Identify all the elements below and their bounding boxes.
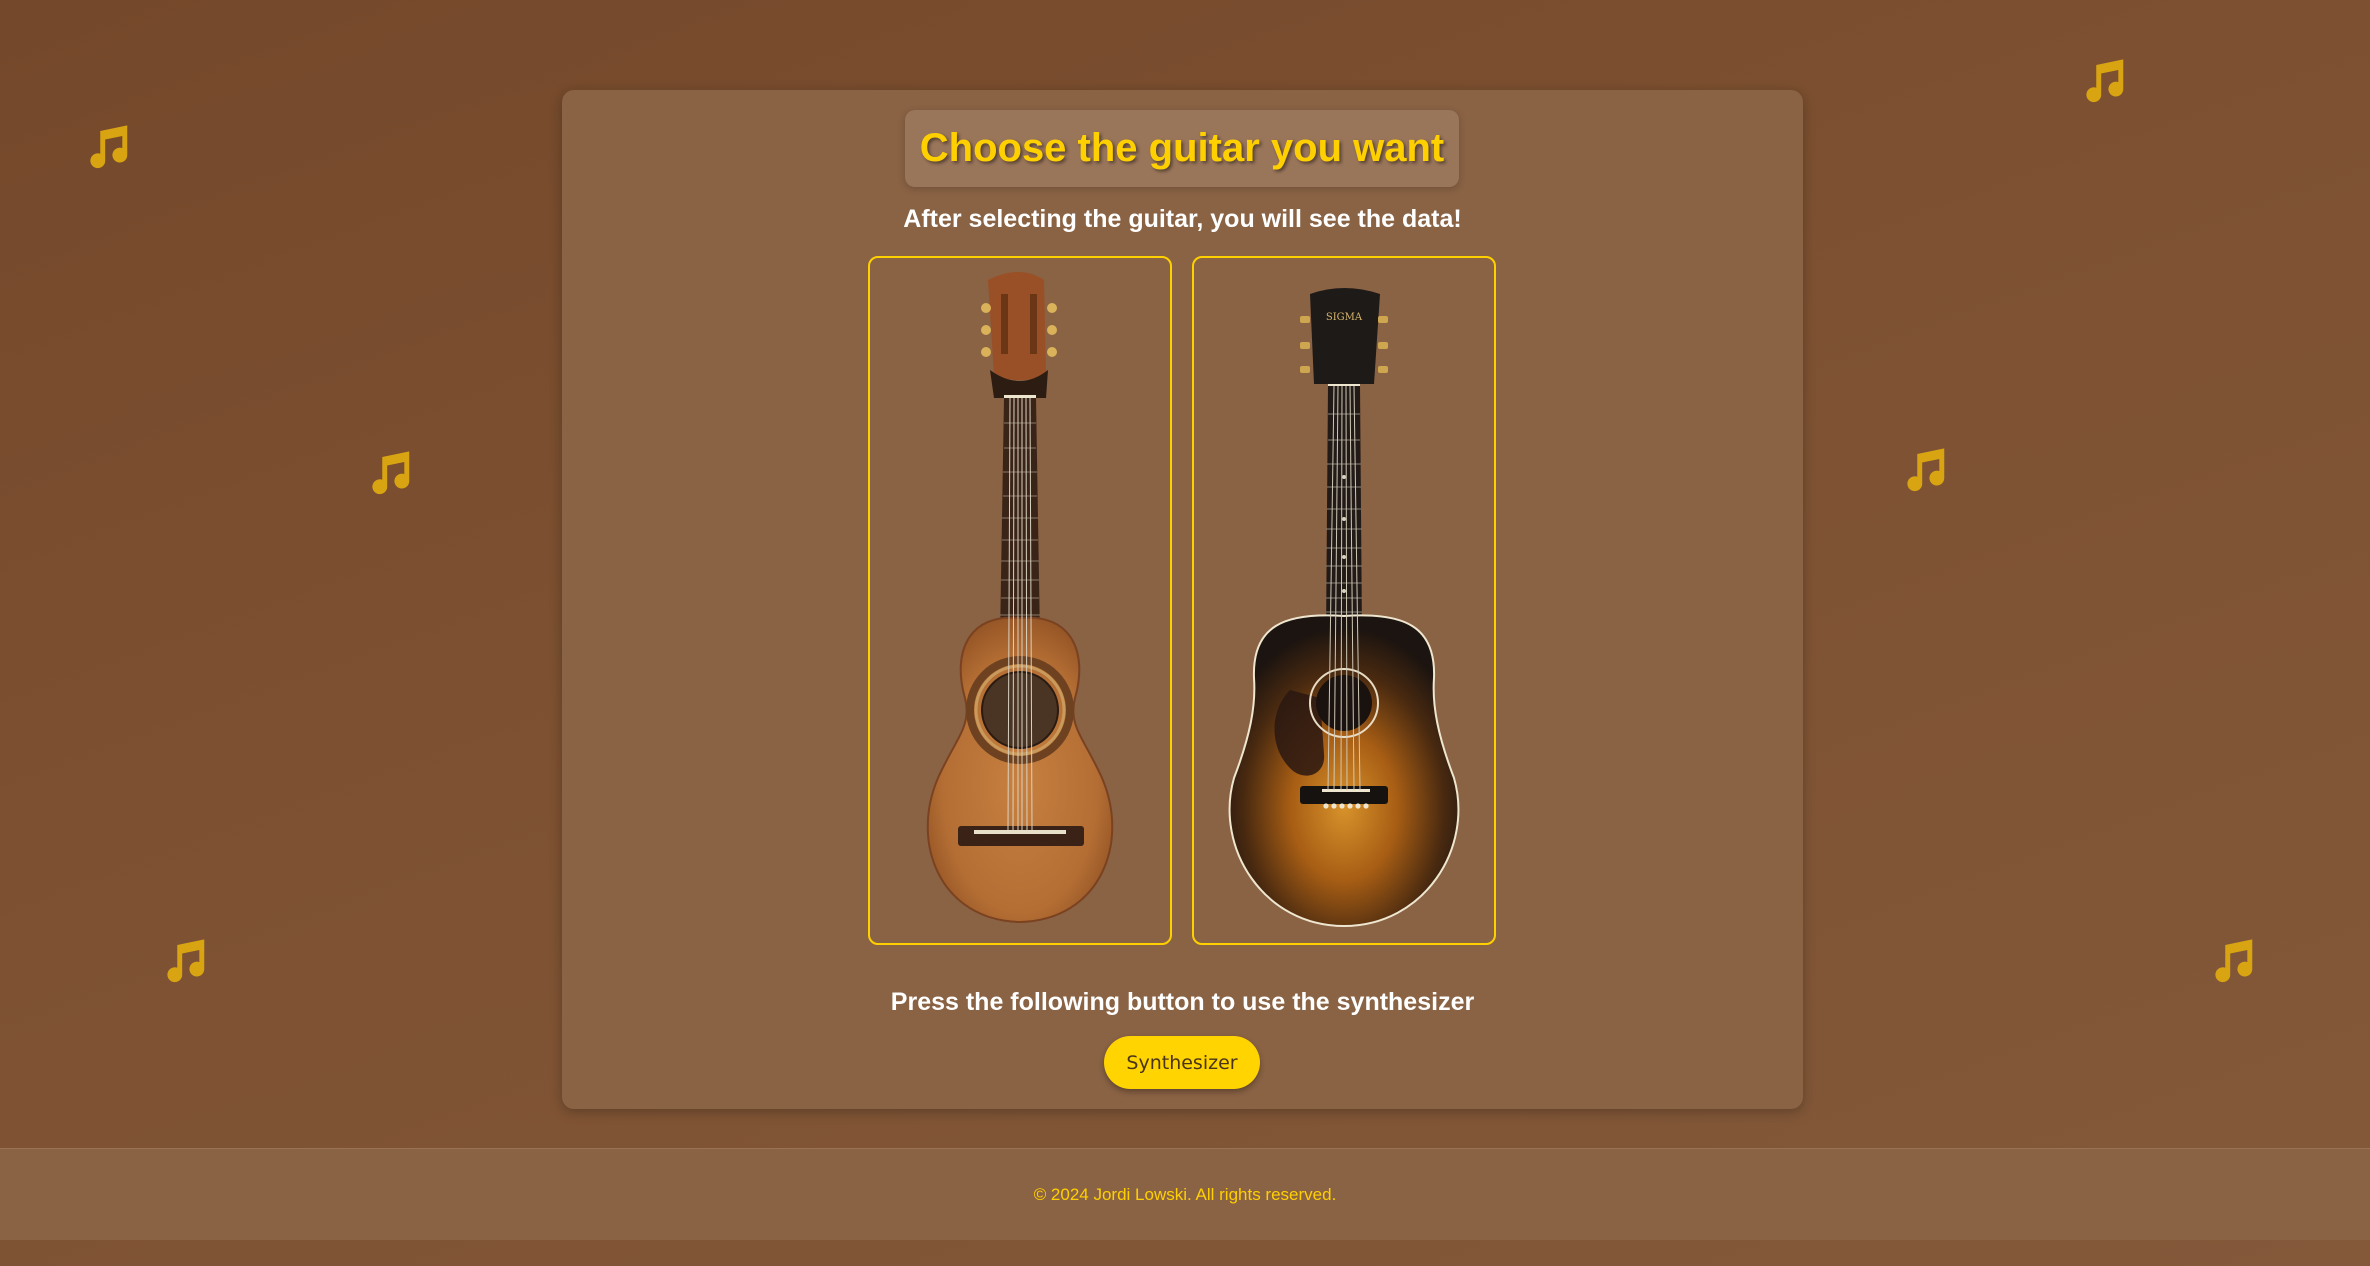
classical-guitar-image xyxy=(926,272,1114,924)
page-subtitle: After selecting the guitar, you will see… xyxy=(903,205,1462,233)
music-note-icon xyxy=(80,122,134,176)
svg-text:SIGMA: SIGMA xyxy=(1326,312,1363,323)
music-note-icon xyxy=(2205,936,2259,990)
music-note-icon xyxy=(2076,56,2130,110)
synthesizer-button[interactable]: Synthesizer xyxy=(1104,1036,1260,1089)
guitar-option-classical[interactable] xyxy=(868,256,1172,945)
guitar-option-acoustic[interactable]: SIGMA xyxy=(1192,256,1496,945)
title-box: Choose the guitar you want xyxy=(905,110,1459,187)
music-note-icon xyxy=(157,936,211,990)
music-note-icon xyxy=(1897,445,1951,499)
page-title: Choose the guitar you want xyxy=(919,126,1445,170)
music-note-icon xyxy=(362,448,416,502)
synthesizer-prompt: Press the following button to use the sy… xyxy=(890,988,1475,1016)
footer: © 2024 Jordi Lowski. All rights reserved… xyxy=(0,1148,2370,1240)
copyright-text: © 2024 Jordi Lowski. All rights reserved… xyxy=(1033,1184,1337,1204)
main-card: Choose the guitar you want After selecti… xyxy=(562,90,1803,1109)
acoustic-sunburst-guitar-image: SIGMA xyxy=(1228,288,1460,928)
